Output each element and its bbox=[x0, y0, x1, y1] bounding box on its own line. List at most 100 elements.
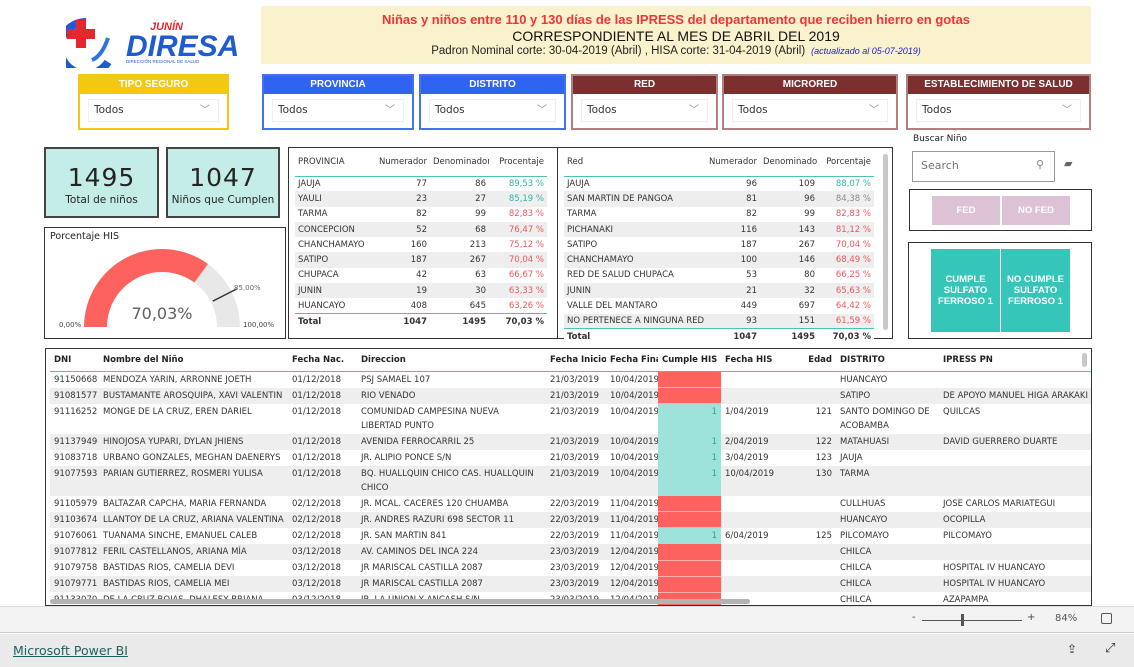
gauge-target-label: 85,00% bbox=[234, 284, 261, 292]
establecimiento-dropdown[interactable]: Todos ﹀ bbox=[916, 99, 1081, 122]
microred-dropdown[interactable]: Todos ﹀ bbox=[732, 99, 888, 122]
table-row[interactable]: SATIPO 187 267 70,04 % bbox=[564, 237, 874, 252]
chevron-down-icon: ﹀ bbox=[385, 105, 395, 116]
table-row[interactable]: JUNIN 19 30 63,33 % bbox=[295, 283, 547, 299]
cell-porcentaje: 70,03 % bbox=[489, 313, 547, 329]
cell-dni: 91081577 bbox=[50, 387, 99, 404]
cell-nombre: MENDOZA YARIN, ARRONNE JOETH bbox=[103, 374, 252, 385]
power-bi-link[interactable]: Microsoft Power BI bbox=[13, 643, 128, 658]
fed-button[interactable]: FED bbox=[932, 196, 1000, 225]
cell-denominador: 86 bbox=[475, 178, 486, 189]
col-header[interactable]: Fecha Inicio bbox=[546, 349, 606, 372]
cell-direccion: JR. ANDRES RAZURI 698 SECTOR 11 bbox=[357, 511, 546, 528]
cell-distrito: JAUJA bbox=[840, 452, 863, 463]
table-row[interactable]: 91137949 HINOJOSA YUPARI, DYLAN JHIENS 01/… bbox=[50, 433, 1091, 450]
zoom-out-button[interactable]: - bbox=[912, 612, 916, 623]
cell-nombre: HINOJOSA YUPARI, DYLAN JHIENS bbox=[99, 433, 288, 450]
slicer-microred: MICRORED Todos ﹀ bbox=[722, 74, 898, 130]
cell-fecha-inicio: 23/03/2019 bbox=[546, 544, 606, 560]
cell-cumple-his: 1 bbox=[658, 527, 721, 544]
cell-fecha-his bbox=[721, 544, 784, 560]
search-input[interactable] bbox=[921, 159, 1031, 172]
cell-porcentaje: 70,04 % bbox=[489, 252, 547, 268]
table-row[interactable]: JAUJA 77 86 89,53 % bbox=[295, 176, 547, 191]
table-row[interactable]: 91081577 BUSTAMANTE AROSQUIPA, XAVI VALEN… bbox=[50, 387, 1091, 404]
table-row[interactable]: HUANCAYO 408 645 63,26 % bbox=[295, 298, 547, 313]
red-dropdown[interactable]: Todos ﹀ bbox=[581, 99, 708, 122]
cell-nombre: BUSTAMANTE AROSQUIPA, XAVI VALENTIN bbox=[99, 387, 288, 404]
col-header[interactable]: Numerador bbox=[375, 152, 430, 177]
cell-distrito: CHILCA bbox=[840, 595, 872, 605]
zoom-slider[interactable] bbox=[922, 620, 1022, 621]
cell-numerador: 1047 bbox=[375, 313, 430, 329]
table-row[interactable]: 91079758 BASTIDAS RIOS, CAMELIA DEVI 03/12… bbox=[50, 560, 1091, 577]
zoom-in-button[interactable]: + bbox=[1027, 612, 1035, 623]
table-row[interactable]: CHANCHAMAYO 100 146 68,49 % bbox=[564, 252, 874, 268]
fullscreen-icon[interactable]: ⤢ bbox=[1105, 641, 1115, 656]
table-row[interactable]: SATIPO 187 267 70,04 % bbox=[295, 252, 547, 268]
cell-cumple-his bbox=[658, 560, 721, 577]
table-row[interactable]: SAN MARTIN DE PANGOA 81 96 84,38 % bbox=[564, 191, 874, 207]
col-header[interactable]: Denominador bbox=[760, 152, 818, 177]
distrito-dropdown[interactable]: Todos ﹀ bbox=[429, 99, 556, 122]
vertical-scrollbar[interactable] bbox=[1082, 353, 1087, 367]
total-row: Total 1047 1495 70,03 % bbox=[564, 328, 874, 345]
table-row[interactable]: 91083718 URBANO GONZALES, MEGHAN DAENERYS… bbox=[50, 449, 1091, 466]
table-row[interactable]: CONCEPCION 52 68 76,47 % bbox=[295, 221, 547, 238]
col-header[interactable]: DISTRITO bbox=[836, 349, 939, 372]
table-row[interactable]: 91079771 BASTIDAS RIOS, CAMELIA MEI 03/12/… bbox=[50, 576, 1091, 593]
col-header[interactable]: Fecha Nac. bbox=[288, 349, 357, 372]
share-icon[interactable]: ⇪ bbox=[1067, 642, 1077, 656]
col-header-sorted[interactable]: Porcentaje bbox=[818, 152, 874, 177]
provincia-dropdown[interactable]: Todos ﹀ bbox=[272, 99, 404, 122]
table-row[interactable]: 91077812 FERIL CASTELLANOS, ARIANA MÍA 03/… bbox=[50, 544, 1091, 561]
table-row[interactable]: TARMA 82 99 82,83 % bbox=[564, 207, 874, 222]
col-header[interactable]: DNI bbox=[50, 349, 99, 372]
col-header[interactable]: Cumple HIS bbox=[658, 349, 721, 372]
table-row[interactable]: YAULI 23 27 85,19 % bbox=[295, 191, 547, 207]
col-header[interactable]: Nombre del Niño bbox=[99, 349, 288, 372]
table-row[interactable]: JAUJA 96 109 88,07 % bbox=[564, 176, 874, 191]
no-fed-button[interactable]: NO FED bbox=[1002, 196, 1070, 225]
table-row[interactable]: NO PERTENECE A NINGUNA RED 93 151 61,59 % bbox=[564, 313, 874, 329]
cell-porcentaje: 88,07 % bbox=[835, 178, 871, 189]
zoom-bar: - + 84% bbox=[0, 606, 1134, 633]
table-row[interactable]: CHANCHAMAYO 160 213 75,12 % bbox=[295, 237, 547, 252]
col-header[interactable]: PROVINCIA bbox=[295, 152, 375, 177]
tipo-seguro-dropdown[interactable]: Todos ﹀ bbox=[88, 99, 219, 122]
table-row[interactable]: 91076061 TUANAMA SINCHE, EMANUEL CALEB 02/… bbox=[50, 527, 1091, 544]
no-cumple-sulfato-button[interactable]: NO CUMPLE SULFATO FERROSO 1 bbox=[1001, 249, 1070, 332]
col-header[interactable]: Fecha HIS bbox=[721, 349, 784, 372]
col-header-sorted[interactable]: Procentaje bbox=[489, 152, 547, 177]
col-header[interactable]: Denominador bbox=[430, 152, 489, 177]
cell-ipress: DE APOYO MANUEL HIGA ARAKAKI bbox=[939, 387, 1091, 404]
table-row[interactable]: 91105979 BALTAZAR CAPCHA, MARIA FERNANDA 0… bbox=[50, 495, 1091, 512]
table-row[interactable]: 91077593 PARIAN GUTIERREZ, ROSMERI YULISA… bbox=[50, 465, 1091, 496]
table-row[interactable]: PICHANAKI 116 143 81,12 % bbox=[564, 221, 874, 238]
cumple-sulfato-button[interactable]: CUMPLE SULFATO FERROSO 1 bbox=[931, 249, 1000, 332]
table-row[interactable]: 91150668 MENDOZA YARIN, ARRONNE JOETH 01/1… bbox=[50, 371, 1091, 388]
table-row[interactable]: RED DE SALUD CHUPACA 53 80 66,25 % bbox=[564, 268, 874, 283]
table-row[interactable]: TARMA 82 99 82,83 % bbox=[295, 207, 547, 222]
cell-ipress bbox=[939, 544, 1091, 560]
table-row[interactable]: CHUPACA 42 63 66,67 % bbox=[295, 268, 547, 283]
zoom-slider-handle[interactable] bbox=[961, 614, 964, 626]
horizontal-scrollbar[interactable] bbox=[50, 599, 750, 604]
col-header[interactable]: Edad bbox=[784, 349, 836, 372]
search-icon[interactable]: ⚲ bbox=[1036, 158, 1044, 171]
scrollbar[interactable] bbox=[883, 154, 888, 330]
col-header[interactable]: Fecha Final bbox=[606, 349, 658, 372]
col-header[interactable]: Numerador bbox=[704, 152, 760, 177]
cell-fecha-his: 3/04/2019 bbox=[725, 452, 769, 463]
cell-fecha-nac: 02/12/2018 bbox=[292, 530, 341, 541]
cell-fecha-his bbox=[721, 496, 784, 512]
col-header[interactable]: Direccion bbox=[357, 349, 546, 372]
col-header[interactable]: IPRESS PN bbox=[939, 349, 1091, 372]
eraser-icon[interactable]: ▰ bbox=[1064, 157, 1072, 170]
table-row[interactable]: 91103674 LLANTOY DE LA CRUZ, ARIANA VALEN… bbox=[50, 511, 1091, 528]
table-row[interactable]: JUNIN 21 32 65,63 % bbox=[564, 283, 874, 299]
col-header[interactable]: Red bbox=[564, 152, 704, 177]
table-row[interactable]: 91116252 MONGE DE LA CRUZ, EREN DARIEL 01/… bbox=[50, 403, 1091, 434]
table-row[interactable]: VALLE DEL MANTARO 449 697 64,42 % bbox=[564, 298, 874, 313]
fit-to-page-icon[interactable] bbox=[1101, 613, 1112, 624]
